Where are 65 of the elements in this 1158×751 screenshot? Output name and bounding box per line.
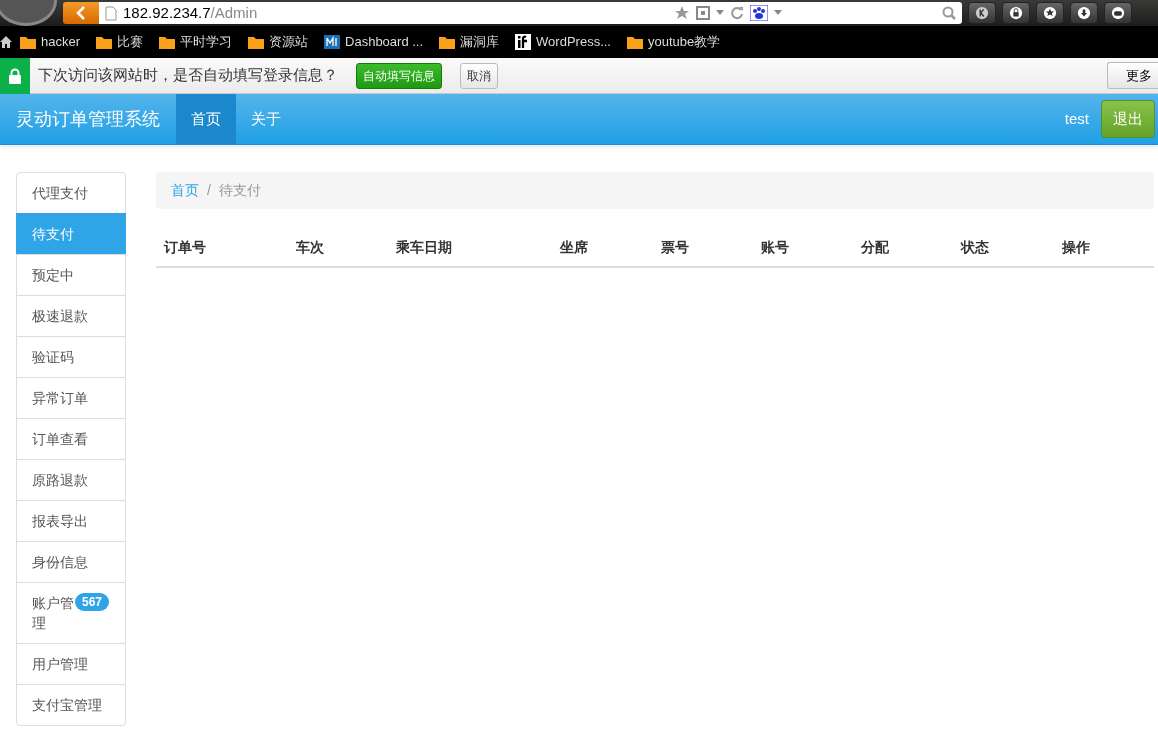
home-icon[interactable]	[0, 36, 12, 48]
search-field[interactable]	[782, 2, 962, 24]
k-icon	[975, 5, 989, 21]
sidebar-item[interactable]: 身份信息	[16, 541, 126, 583]
save-login-prompt: 下次访问该网站时，是否自动填写登录信息？	[38, 65, 338, 86]
sidebar-item[interactable]: 验证码	[16, 336, 126, 378]
count-badge: 567	[75, 593, 110, 611]
column-header: 分配	[853, 229, 954, 267]
page-icon	[105, 5, 117, 21]
download-icon	[1077, 5, 1091, 21]
caret-icon[interactable]	[716, 10, 724, 16]
column-header: 乘车日期	[388, 229, 553, 267]
column-header: 操作	[1053, 229, 1154, 267]
star-icon[interactable]	[674, 5, 690, 21]
sidebar-item[interactable]: 异常订单	[16, 377, 126, 419]
bookmark-item[interactable]: 平时学习	[151, 32, 241, 52]
lock-icon	[1009, 5, 1023, 21]
bookmark-item[interactable]: 比赛	[88, 32, 152, 52]
column-header: 状态	[953, 229, 1054, 267]
bookmark-item[interactable]: hacker	[12, 32, 89, 52]
column-header: 坐席	[552, 229, 653, 267]
sidebar-item[interactable]: 账户管理 567	[16, 582, 126, 644]
column-header: 订单号	[156, 229, 289, 267]
username: test	[1064, 108, 1090, 129]
back-icon	[76, 6, 86, 20]
sidebar-item[interactable]: 支付宝管理	[16, 684, 126, 726]
folder-icon	[626, 35, 643, 49]
star-button[interactable]	[1036, 2, 1064, 24]
sidebar-item[interactable]: 订单查看	[16, 418, 126, 460]
search-icon	[942, 6, 956, 20]
sidebar-item[interactable]: 用户管理	[16, 643, 126, 685]
bookmark-item[interactable]: youtube教学	[618, 32, 729, 52]
sidebar-item[interactable]: 极速退款	[16, 295, 126, 337]
sidebar-item[interactable]: 报表导出	[16, 500, 126, 542]
bookmark-item[interactable]: Dashboard ...	[316, 32, 432, 52]
bookmark-item[interactable]: 资源站	[240, 32, 317, 52]
k-button[interactable]	[968, 2, 996, 24]
site-logo-icon	[324, 35, 341, 49]
sidebar-item[interactable]: 代理支付	[16, 172, 126, 214]
folder-icon	[20, 35, 36, 49]
qr-code-icon[interactable]	[696, 6, 710, 20]
column-header: 账号	[752, 229, 854, 267]
column-header: 车次	[288, 229, 389, 267]
caret-icon[interactable]	[774, 10, 782, 16]
sidebar-item[interactable]: 原路退款	[16, 459, 126, 501]
folder-icon	[248, 35, 265, 49]
breadcrumb-current: 待支付	[218, 181, 261, 200]
column-header: 票号	[652, 229, 753, 267]
nav-link[interactable]: 首页	[176, 94, 236, 144]
folder-icon	[96, 35, 113, 49]
more-button[interactable]: 更多	[1107, 61, 1158, 90]
refresh-icon[interactable]	[730, 6, 744, 20]
sidebar-item[interactable]: 预定中	[16, 254, 126, 296]
back-button[interactable]	[63, 2, 99, 24]
cancel-button[interactable]: 取消	[460, 62, 498, 89]
folder-icon	[159, 35, 176, 49]
lock-button[interactable]	[1002, 2, 1030, 24]
lock-icon	[8, 67, 22, 84]
folder-icon	[439, 35, 456, 49]
download-button[interactable]	[1070, 2, 1098, 24]
if-logo-icon	[515, 34, 532, 50]
bookmark-item[interactable]: 漏洞库	[431, 32, 508, 52]
bookmark-item[interactable]: WordPress...	[507, 32, 619, 52]
paw-icon[interactable]	[750, 5, 768, 21]
breadcrumb-separator: /	[207, 181, 211, 200]
